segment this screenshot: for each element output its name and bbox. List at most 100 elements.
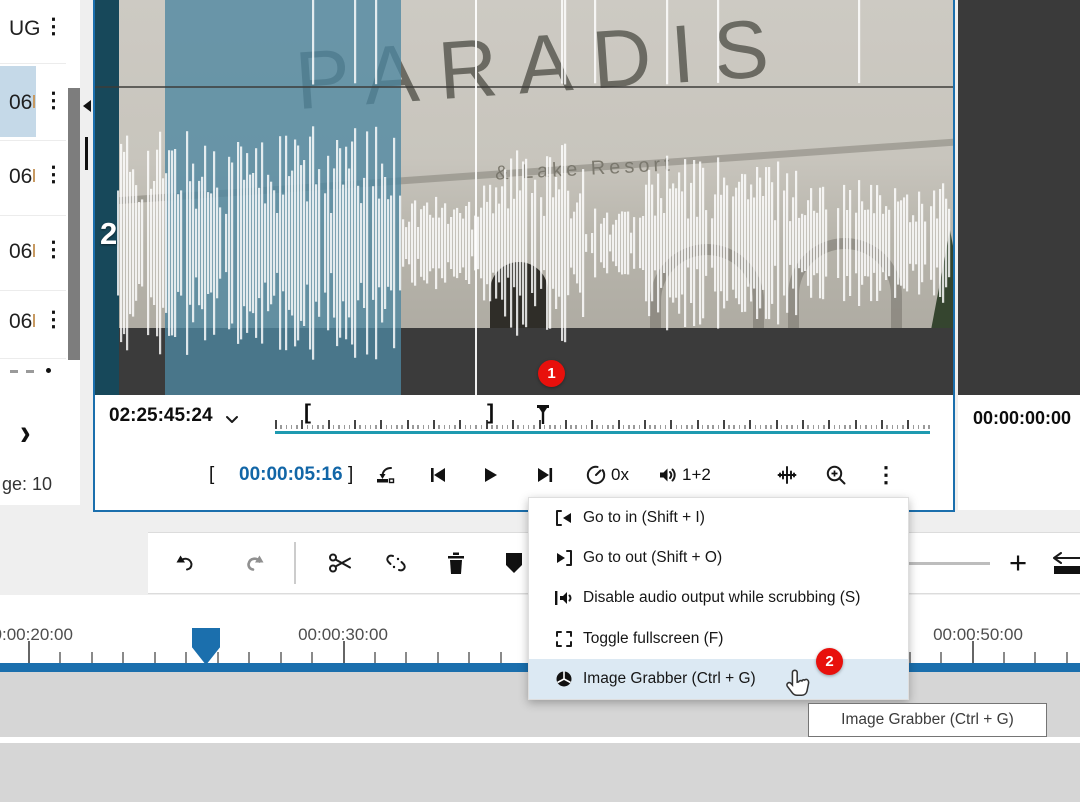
waveform-snap-icon[interactable] — [777, 445, 797, 505]
scrubber-tick — [670, 420, 672, 429]
scrubber-tick — [913, 425, 915, 429]
scrubber-tick — [280, 425, 282, 429]
list-item[interactable]: 06 ⋮ — [0, 63, 66, 141]
menu-item-label: Go to out (Shift + O) — [583, 549, 722, 567]
marker-flag-button[interactable] — [496, 533, 532, 593]
scrubber-tick — [865, 425, 867, 429]
unlink-button[interactable] — [378, 533, 414, 593]
menu-item-toggle-fullscreen[interactable]: Toggle fullscreen (F) — [529, 619, 908, 659]
timeline-track-audio[interactable] — [0, 743, 1080, 802]
video-preview[interactable]: PARADIS & Lake Resort 2 1 — [95, 0, 953, 395]
chevron-down-icon[interactable] — [225, 415, 239, 424]
scrubber-out-marker[interactable]: ] — [487, 401, 494, 425]
delete-button[interactable] — [438, 533, 474, 593]
player-monitor[interactable]: PARADIS & Lake Resort 2 1 02:25:45:24 [ … — [93, 0, 955, 512]
scrubber-track-line[interactable] — [275, 431, 930, 434]
scrubber-tick — [581, 425, 583, 429]
playback-speed-button[interactable]: 0x — [585, 445, 629, 505]
insert-to-timeline-button[interactable] — [375, 445, 395, 505]
timeline-tick — [59, 652, 61, 663]
timeline-tick — [28, 641, 30, 663]
scrubber-tick — [328, 420, 330, 429]
timeline-tick — [185, 652, 187, 663]
scrubber-in-marker[interactable]: [ — [304, 401, 311, 425]
play-button[interactable] — [483, 445, 499, 505]
scrubber-tick — [349, 425, 351, 429]
kebab-menu-icon[interactable]: ⋮ — [43, 309, 64, 330]
scrubber-tick — [649, 425, 651, 429]
go-to-previous-button[interactable] — [429, 445, 447, 505]
menu-item-label: Image Grabber (Ctrl + G) — [583, 670, 756, 688]
scrubber-tick — [523, 425, 525, 429]
scrubber-tick — [828, 420, 830, 429]
audio-channels-button[interactable]: 1+2 — [658, 445, 711, 505]
in-point-bracket[interactable]: [ — [209, 445, 214, 505]
kebab-menu-icon[interactable]: ⋮ — [43, 16, 64, 37]
recorder-monitor[interactable]: 00:00:00:00 — [958, 0, 1080, 510]
more-options-kebab-button[interactable]: ⋮ — [875, 445, 897, 505]
scrubber-tick — [459, 420, 461, 429]
timeline-tick — [280, 652, 282, 663]
ripple-move-button[interactable] — [1048, 533, 1080, 593]
go-to-next-button[interactable] — [536, 445, 554, 505]
timeline-tick — [248, 652, 250, 663]
recorder-timecode[interactable]: 00:00:00:00 — [973, 408, 1071, 429]
cut-button[interactable] — [322, 533, 358, 593]
redo-button[interactable] — [236, 533, 272, 593]
list-item[interactable]: 06 ⋮ — [0, 215, 66, 291]
scrubber-playhead-marker[interactable] — [536, 404, 550, 426]
scrubber-tick — [423, 425, 425, 429]
scrubber-tick — [818, 425, 820, 429]
scrubber-tick — [428, 425, 430, 429]
scrubber-tick — [338, 425, 340, 429]
clipped-kebab-fragment — [46, 368, 51, 373]
player-options-menu: Go to in (Shift + I) Go to out (Shift + … — [528, 497, 909, 700]
list-item[interactable]: 06 ⋮ — [0, 290, 66, 359]
scrubber-tick — [312, 425, 314, 429]
list-item[interactable]: UG ⋮ — [0, 0, 66, 64]
tutorial-step-badge-1: 1 — [538, 360, 565, 387]
scrubber-tick — [676, 425, 678, 429]
menu-item-label: Disable audio output while scrubbing (S) — [583, 589, 860, 607]
scrubber-tick — [386, 425, 388, 429]
scrubber-tick — [570, 425, 572, 429]
scrubber-tick — [697, 420, 699, 429]
scrubber-tick — [396, 425, 398, 429]
scrubber-tick — [380, 420, 382, 429]
menu-item-image-grabber[interactable]: Image Grabber (Ctrl + G) — [529, 659, 908, 699]
scrubber-tick — [401, 425, 403, 429]
scrubber-tick — [844, 425, 846, 429]
scrubber-tick — [923, 425, 925, 429]
timeline-zoom-in-button[interactable]: + — [1000, 533, 1036, 593]
scrubber-tick — [512, 420, 514, 429]
preview-playhead-line — [475, 0, 477, 395]
out-point-bracket[interactable]: ] — [348, 445, 353, 505]
menu-item-disable-audio-scrub[interactable]: Disable audio output while scrubbing (S) — [529, 578, 908, 618]
scrubber-tick — [802, 420, 804, 429]
scrubber-tick — [907, 420, 909, 429]
list-item-label: 06 — [9, 165, 32, 189]
scrubber-tick — [586, 425, 588, 429]
current-timecode[interactable]: 02:25:45:24 — [109, 405, 213, 427]
scrubber-tick — [702, 425, 704, 429]
zoom-in-icon[interactable] — [825, 445, 847, 505]
tutorial-step-badge-2: 2 — [816, 648, 843, 675]
sidebar-scrollbar[interactable] — [68, 88, 80, 360]
scrubber-ruler[interactable] — [275, 405, 933, 429]
menu-item-go-to-out[interactable]: Go to out (Shift + O) — [529, 538, 908, 578]
collapse-panel-arrow-icon[interactable] — [83, 100, 91, 112]
duration-timecode[interactable]: 00:00:05:16 — [239, 445, 343, 505]
list-item[interactable]: 06 ⋮ — [0, 140, 66, 216]
scrubber-tick — [391, 425, 393, 429]
kebab-menu-icon[interactable]: ⋮ — [43, 90, 64, 111]
scrubber-tick — [533, 425, 535, 429]
scrubber-tick — [602, 425, 604, 429]
menu-item-go-to-in[interactable]: Go to in (Shift + I) — [529, 498, 908, 538]
panel-resize-handle[interactable] — [85, 137, 88, 170]
scrubber-tick — [786, 425, 788, 429]
kebab-menu-icon[interactable]: ⋮ — [43, 164, 64, 185]
next-page-button[interactable]: › — [20, 411, 31, 454]
scrubber-tick — [491, 425, 493, 429]
kebab-menu-icon[interactable]: ⋮ — [43, 239, 64, 260]
undo-button[interactable] — [168, 533, 204, 593]
